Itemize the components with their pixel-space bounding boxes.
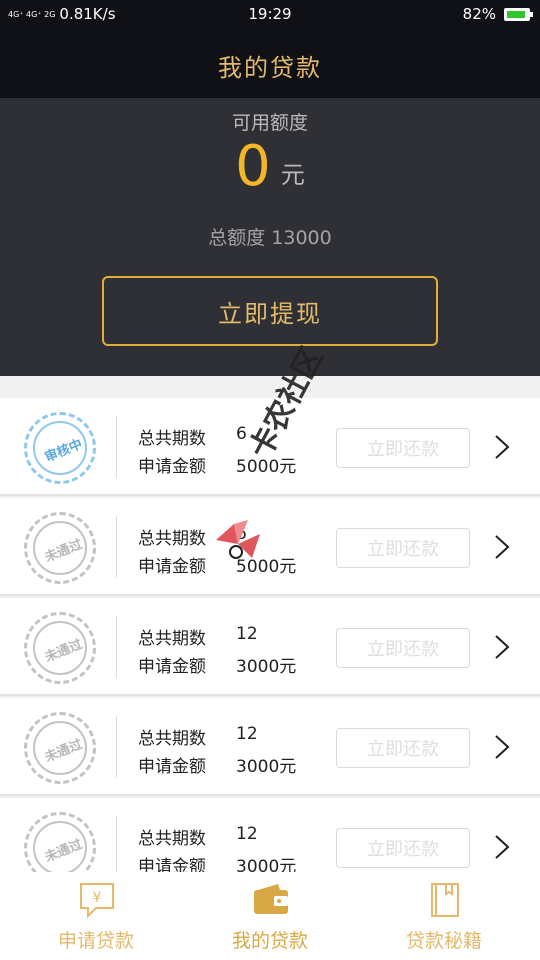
svg-text:¥: ¥ [93, 890, 102, 906]
amount-value: 5000元 [236, 457, 297, 477]
periods-value: 6 [236, 524, 247, 544]
tab-label: 申请贷款 [57, 930, 134, 952]
bottom-tab-bar: ¥ 申请贷款 我的贷款 贷款秘籍 [0, 872, 540, 960]
battery-icon [504, 7, 533, 21]
chevron-right-icon[interactable] [494, 434, 510, 460]
periods-value: 12 [236, 624, 258, 644]
loan-row[interactable]: 审核中 总共期数 6 申请金额 5000元 立即还款 [0, 398, 540, 496]
status-stamp-icon: 审核中 [24, 412, 96, 484]
nav-bar: 我的贷款 [0, 30, 540, 98]
periods-value: 12 [236, 824, 258, 844]
available-amount: 0 [235, 134, 271, 199]
status-right: 82% [462, 5, 533, 23]
periods-label: 总共期数 [138, 829, 206, 849]
amount-label: 申请金额 [138, 557, 206, 577]
available-amount-row: 0 元 [0, 136, 540, 198]
periods-label: 总共期数 [138, 429, 206, 449]
status-stamp-icon: 未通过 [24, 512, 96, 584]
apply-loan-icon: ¥ [80, 883, 114, 919]
battery-percentage: 82% [462, 5, 496, 23]
amount-value: 3000元 [236, 657, 297, 677]
amount-label: 申请金额 [138, 657, 206, 677]
loan-row[interactable]: 未通过 总共期数 12 申请金额 3000元 立即还款 [0, 598, 540, 696]
credit-summary: 可用额度 0 元 总额度 13000 立即提现 [0, 98, 540, 376]
tab-label: 贷款秘籍 [405, 930, 482, 952]
page-title: 我的贷款 [218, 54, 322, 82]
chevron-right-icon[interactable] [494, 734, 510, 760]
status-stamp-icon: 未通过 [24, 712, 96, 784]
row-divider [116, 716, 117, 778]
currency-unit: 元 [280, 161, 305, 189]
tab-label: 我的贷款 [231, 930, 308, 952]
loan-row[interactable]: 未通过 总共期数 12 申请金额 3000元 立即还款 [0, 698, 540, 796]
row-divider [116, 816, 117, 878]
withdraw-button[interactable]: 立即提现 [102, 276, 438, 346]
repay-button[interactable]: 立即还款 [336, 728, 470, 768]
loan-row[interactable]: 未通过 总共期数 6 申请金额 5000元 立即还款 [0, 498, 540, 596]
chevron-right-icon[interactable] [494, 534, 510, 560]
chevron-right-icon[interactable] [494, 834, 510, 860]
amount-value: 3000元 [236, 757, 297, 777]
battery-fill [507, 10, 526, 18]
chevron-right-icon[interactable] [494, 634, 510, 660]
periods-label: 总共期数 [138, 529, 206, 549]
amount-label: 申请金额 [138, 757, 206, 777]
repay-button[interactable]: 立即还款 [336, 428, 470, 468]
repay-button[interactable]: 立即还款 [336, 528, 470, 568]
available-limit-label: 可用额度 [231, 112, 308, 134]
total-limit: 总额度 13000 [208, 227, 332, 249]
tab-apply-loan[interactable]: ¥ 申请贷款 [6, 872, 186, 960]
status-stamp-icon: 未通过 [24, 612, 96, 684]
row-divider [116, 416, 117, 478]
repay-button[interactable]: 立即还款 [336, 628, 470, 668]
tab-my-loans[interactable]: 我的贷款 [180, 872, 360, 960]
amount-label: 申请金额 [138, 457, 206, 477]
row-divider [116, 516, 117, 578]
status-bar: 4G⁺ 4G⁺ 2G 0.81K/s 19:29 82% [0, 0, 540, 30]
amount-value: 5000元 [236, 557, 297, 577]
wallet-icon [254, 884, 288, 914]
status-time: 19:29 [248, 5, 292, 23]
periods-label: 总共期数 [138, 629, 206, 649]
row-divider [116, 616, 117, 678]
tab-loan-tips[interactable]: 贷款秘籍 [354, 872, 534, 960]
repay-button[interactable]: 立即还款 [336, 828, 470, 868]
periods-value: 6 [236, 424, 247, 444]
book-icon [431, 883, 459, 917]
periods-label: 总共期数 [138, 729, 206, 749]
periods-value: 12 [236, 724, 258, 744]
